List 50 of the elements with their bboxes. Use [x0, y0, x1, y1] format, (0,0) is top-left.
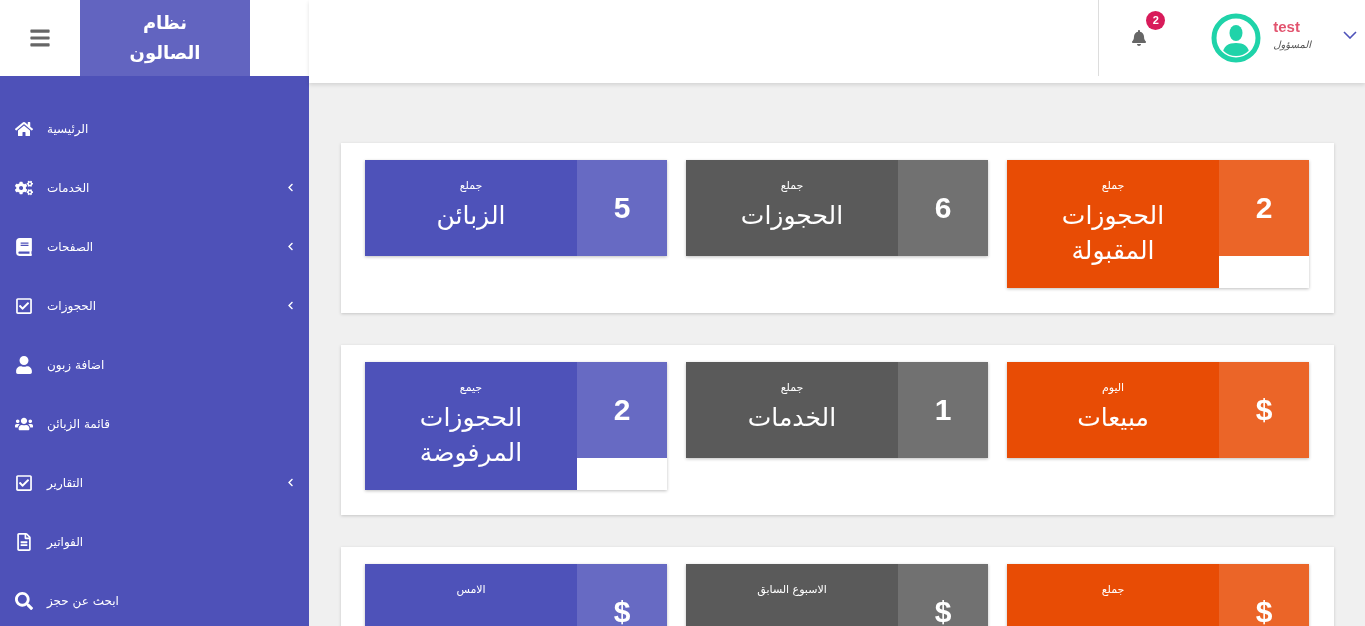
book-icon	[15, 237, 33, 256]
avatar-icon	[1211, 13, 1262, 63]
stat-label: جيمع	[459, 381, 483, 395]
stat-label: جملع	[1101, 179, 1125, 193]
stat-title: الزبائن	[435, 200, 507, 232]
stat-value: $	[1219, 362, 1309, 458]
stat-title: الحجوزات المرفوضة	[418, 402, 524, 469]
user-name: test	[1273, 18, 1300, 35]
sidebar-link[interactable]: التقارير	[0, 453, 309, 512]
sidebar-link[interactable]: الصفحات	[0, 217, 309, 276]
stat-title: الحجوزات	[739, 200, 845, 232]
stat-title: الحجوزات المقبولة	[1060, 200, 1166, 267]
sidebar-link[interactable]: الخدمات	[0, 158, 309, 217]
chevron-down-icon[interactable]	[1343, 31, 1357, 39]
stat-label: جملع	[1101, 583, 1125, 597]
stat-value: 1	[898, 362, 988, 458]
stat-value: $	[577, 564, 667, 626]
user-icon	[15, 355, 33, 374]
notification-badge: 2	[1146, 11, 1166, 30]
checkbox-icon	[15, 296, 33, 315]
stat-label: الاسبوع السابق	[757, 583, 827, 597]
stat-value: 6	[898, 160, 988, 256]
search-icon	[15, 591, 33, 610]
logo-text: نظام الصالون	[80, 0, 250, 76]
sidebar-link[interactable]: اضافة زبون	[0, 335, 309, 394]
home-icon	[15, 119, 33, 138]
document-icon	[15, 532, 33, 551]
sidebar-link[interactable]: الحجوزات	[0, 276, 309, 335]
sidebar-link[interactable]: الرئيسية	[0, 99, 309, 158]
stat-label: اليوم	[1101, 381, 1125, 395]
gears-icon	[15, 178, 33, 197]
stat-value: 2	[577, 362, 667, 458]
stat-label: جملع	[780, 179, 804, 193]
stat-value: $	[1219, 564, 1309, 626]
sidebar-link[interactable]: الفواتير	[0, 512, 309, 571]
user-role: المسؤول	[1273, 39, 1311, 50]
stat-value: 5	[577, 160, 667, 256]
bell-icon	[1131, 30, 1148, 46]
sidebar-link[interactable]: ابحث عن حجز	[0, 571, 309, 626]
stat-title: الخدمات	[746, 402, 838, 434]
menu-icon	[29, 27, 51, 49]
sidebar-link[interactable]: قائمة الزبائن	[0, 394, 309, 453]
stat-value: $	[898, 564, 988, 626]
stat-label: جملع	[459, 179, 483, 193]
notifications-button[interactable]	[1131, 29, 1148, 47]
stat-label: الامس	[456, 583, 486, 597]
stat-label: جملع	[780, 381, 804, 395]
stat-title: مبيعات	[1076, 402, 1150, 434]
stat-value: 2	[1219, 160, 1309, 256]
checkbox-icon	[15, 473, 33, 492]
